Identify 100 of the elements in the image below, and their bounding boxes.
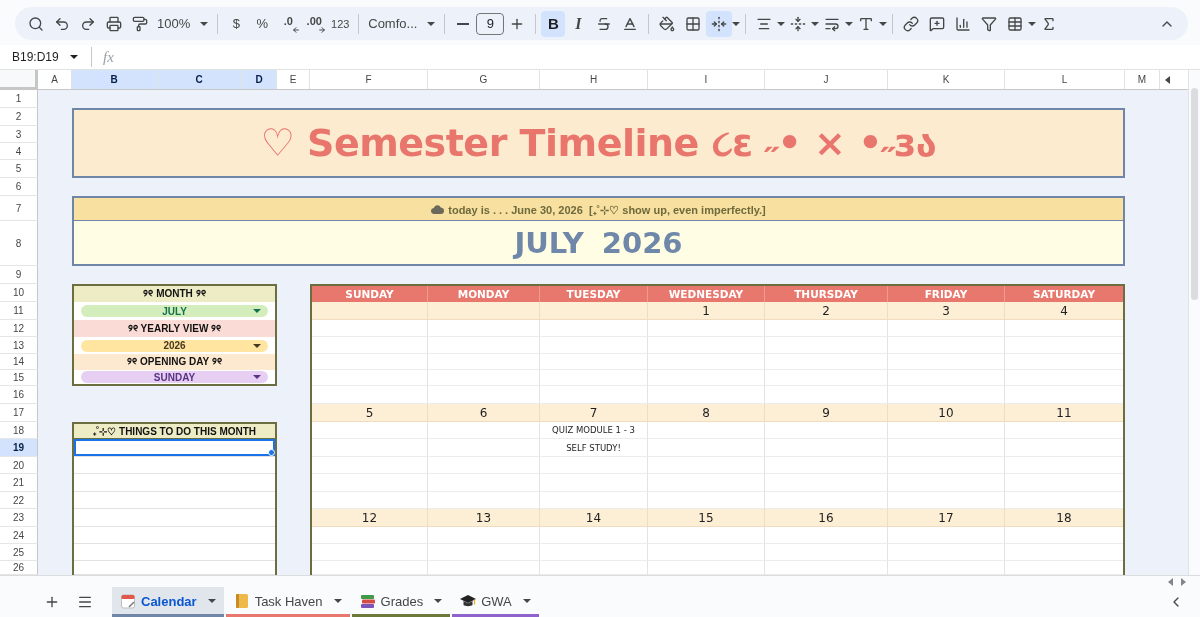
date-cell: 1: [648, 302, 765, 320]
row-header[interactable]: 18: [0, 422, 38, 439]
scrollbar-thumb[interactable]: [1191, 88, 1198, 300]
caret-icon: [207, 599, 216, 603]
date-cell: 10: [888, 404, 1005, 422]
dropdown-chip[interactable]: 2026: [81, 339, 268, 352]
fill-handle[interactable]: [268, 449, 275, 456]
cloud-icon: [431, 204, 445, 214]
minus-icon: [457, 22, 470, 25]
weekday-header: THURSDAY: [765, 286, 888, 302]
sheet-tab[interactable]: Calendar: [112, 587, 224, 617]
row-header[interactable]: 24: [0, 527, 38, 544]
merge-cells-button[interactable]: [706, 10, 733, 37]
italic-button[interactable]: I: [565, 10, 592, 37]
sheet-tab[interactable]: GWA: [452, 587, 539, 617]
todo-title: ₊˚⊹♡ THINGS TO DO THIS MONTH: [74, 424, 275, 439]
row-header[interactable]: 6: [0, 178, 38, 196]
caret-icon[interactable]: [879, 21, 888, 26]
funnel-icon: [981, 15, 998, 32]
currency-button[interactable]: $: [223, 10, 250, 37]
paint-bucket-icon: [659, 15, 676, 32]
event-cell: QUIZ MODULE 1 - 3: [540, 422, 648, 439]
row-header[interactable]: 5: [0, 160, 38, 178]
row-header[interactable]: 14: [0, 354, 38, 370]
date-cell: 12: [312, 509, 428, 527]
percent-button[interactable]: %: [249, 10, 276, 37]
printer-icon: [106, 15, 122, 32]
caret-icon[interactable]: [845, 21, 854, 26]
underlined-a-icon: [622, 15, 639, 32]
caret-icon[interactable]: [811, 21, 820, 26]
caret-icon[interactable]: [1028, 21, 1037, 26]
row-header[interactable]: 7: [0, 196, 38, 221]
arrows-inward-icon: [711, 15, 728, 32]
name-box[interactable]: B19:D19: [0, 45, 86, 69]
notebook-icon: [233, 593, 250, 609]
bar-chart-icon: [955, 15, 972, 32]
row-header[interactable]: 13: [0, 337, 38, 354]
date-cell: 4: [1005, 302, 1123, 320]
row-header[interactable]: 16: [0, 386, 38, 404]
date-cell: 7: [540, 404, 648, 422]
weekday-header: SUNDAY: [312, 286, 428, 302]
row-header[interactable]: 9: [0, 266, 38, 284]
row-header[interactable]: 4: [0, 143, 38, 160]
font-dropdown[interactable]: Comfo...: [364, 10, 440, 37]
font-size-field[interactable]: 9: [476, 12, 505, 35]
sheet-tab[interactable]: Task Haven: [225, 587, 350, 617]
setting-label: ୨୧ YEARLY VIEW ୨୧: [74, 320, 275, 337]
month-title: JULY 2026: [514, 225, 683, 260]
date-cell: 14: [540, 509, 648, 527]
table-icon: [1007, 15, 1024, 32]
dropdown-chip[interactable]: JULY: [81, 305, 268, 317]
row-header[interactable]: 20: [0, 457, 38, 474]
weekday-header: TUESDAY: [540, 286, 648, 302]
zoom-dropdown[interactable]: 100%: [153, 10, 213, 37]
date-cell: 17: [888, 509, 1005, 527]
row-header[interactable]: 23: [0, 509, 38, 527]
date-cell: 3: [888, 302, 1005, 320]
row-header[interactable]: 10: [0, 284, 38, 302]
sheet-tab[interactable]: Grades: [351, 587, 451, 617]
dropdown-chip[interactable]: SUNDAY: [81, 371, 268, 383]
arrows-to-line-icon: [790, 15, 807, 32]
caret-icon: [253, 309, 261, 313]
row-header[interactable]: 3: [0, 126, 38, 143]
number-format-button[interactable]: 123: [327, 10, 354, 37]
row-header[interactable]: 8: [0, 221, 38, 266]
books-icon: [359, 593, 376, 609]
date-cell: 9: [765, 404, 888, 422]
column-header[interactable]: D: [242, 70, 277, 89]
row-header[interactable]: 2: [0, 108, 38, 126]
row-header[interactable]: 1: [0, 90, 38, 108]
increase-decimal-button[interactable]: .00: [301, 10, 328, 37]
date-cell: 6: [428, 404, 540, 422]
decrease-decimal-button[interactable]: .0: [275, 10, 302, 37]
column-header[interactable]: B: [72, 70, 157, 89]
setting-label: ୨୧ OPENING DAY ୨୧: [74, 354, 275, 370]
row-header[interactable]: 22: [0, 492, 38, 509]
caret-left-icon[interactable]: [1165, 75, 1170, 84]
row-header[interactable]: 25: [0, 544, 38, 561]
caret-icon: [427, 21, 436, 26]
row-header[interactable]: 12: [0, 320, 38, 337]
caret-icon[interactable]: [777, 21, 786, 26]
selected-cell[interactable]: [74, 439, 275, 457]
date-cell: 16: [765, 509, 888, 527]
weekday-header: FRIDAY: [888, 286, 1005, 302]
row-header[interactable]: 19: [0, 439, 38, 457]
row-header[interactable]: 21: [0, 474, 38, 492]
row-header[interactable]: 17: [0, 404, 38, 422]
caret-icon: [200, 21, 209, 26]
row-header[interactable]: 26: [0, 561, 38, 575]
row-header[interactable]: 15: [0, 370, 38, 386]
date-cell: 5: [312, 404, 428, 422]
redo-icon: [80, 15, 96, 32]
calendar-icon: [120, 593, 136, 609]
caret-right-icon[interactable]: [1181, 577, 1186, 586]
caret-icon[interactable]: [732, 21, 741, 26]
undo-icon: [54, 15, 70, 32]
search-icon: [28, 15, 44, 32]
bold-button[interactable]: B: [541, 10, 566, 37]
row-header[interactable]: 11: [0, 302, 38, 320]
column-header[interactable]: C: [157, 70, 242, 89]
